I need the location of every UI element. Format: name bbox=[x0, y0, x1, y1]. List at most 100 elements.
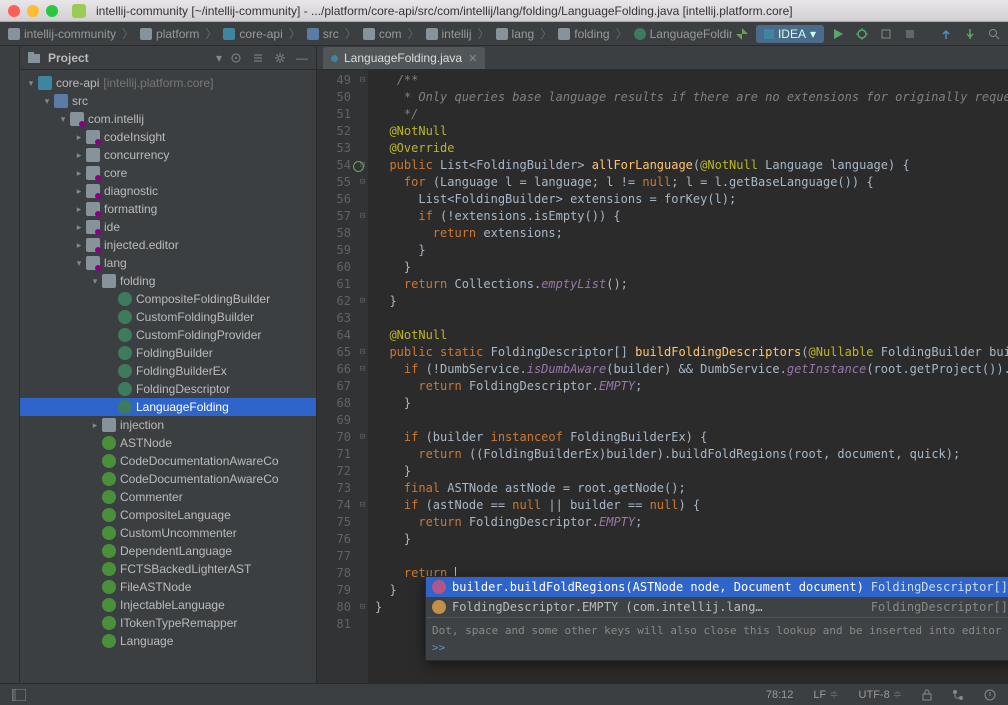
completion-item[interactable]: builder.buildFoldRegions(ASTNode node, D… bbox=[426, 577, 1008, 597]
fold-marker[interactable]: ⊟ bbox=[357, 429, 368, 446]
code-line[interactable]: * Only queries base language results if … bbox=[375, 89, 1008, 106]
code-line[interactable]: } bbox=[375, 531, 1008, 548]
tree-node[interactable]: ▾src bbox=[20, 92, 316, 110]
tree-node[interactable]: CodeDocumentationAwareCo bbox=[20, 470, 316, 488]
tree-node[interactable]: ▸formatting bbox=[20, 200, 316, 218]
tree-node[interactable]: ASTNode bbox=[20, 434, 316, 452]
code-line[interactable]: } bbox=[375, 293, 1008, 310]
line-number[interactable]: 79 bbox=[317, 582, 351, 599]
fold-marker[interactable]: ⊟ bbox=[357, 599, 368, 616]
code-line[interactable]: if (!extensions.isEmpty()) { bbox=[375, 208, 1008, 225]
expand-toggle-icon[interactable]: ▾ bbox=[42, 96, 52, 106]
vcs-update-button[interactable] bbox=[936, 25, 956, 43]
code-line[interactable]: return FoldingDescriptor.EMPTY; bbox=[375, 378, 1008, 395]
code-line[interactable]: List<FoldingBuilder> extensions = forKey… bbox=[375, 191, 1008, 208]
expand-toggle-icon[interactable]: ▸ bbox=[74, 204, 84, 214]
expand-toggle-icon[interactable]: ▾ bbox=[90, 276, 100, 286]
code-line[interactable]: public List<FoldingBuilder> allForLangua… bbox=[375, 157, 1008, 174]
vcs-status-icon[interactable] bbox=[948, 689, 968, 701]
line-number[interactable]: 68 bbox=[317, 395, 351, 412]
maximize-window-icon[interactable] bbox=[46, 5, 58, 17]
coverage-button[interactable] bbox=[876, 25, 896, 43]
line-number[interactable]: 64 bbox=[317, 327, 351, 344]
tree-node[interactable]: FoldingDescriptor bbox=[20, 380, 316, 398]
expand-toggle-icon[interactable]: ▸ bbox=[74, 132, 84, 142]
code-line[interactable]: if (!DumbService.isDumbAware(builder) &&… bbox=[375, 361, 1008, 378]
line-number[interactable]: 73 bbox=[317, 480, 351, 497]
tree-node[interactable]: CustomUncommenter bbox=[20, 524, 316, 542]
tree-node[interactable]: FoldingBuilderEx bbox=[20, 362, 316, 380]
code-line[interactable]: return Collections.emptyList(); bbox=[375, 276, 1008, 293]
expand-toggle-icon[interactable]: ▾ bbox=[74, 258, 84, 268]
line-number[interactable]: 77 bbox=[317, 548, 351, 565]
line-number[interactable]: 52 bbox=[317, 123, 351, 140]
line-number[interactable]: 55 bbox=[317, 174, 351, 191]
project-tree[interactable]: ▾core-api[intellij.platform.core]▾src▾co… bbox=[20, 70, 316, 683]
expand-toggle-icon[interactable]: ▸ bbox=[74, 240, 84, 250]
line-number[interactable]: 54 bbox=[317, 157, 351, 174]
tree-node[interactable]: CompositeLanguage bbox=[20, 506, 316, 524]
tree-node[interactable]: DependentLanguage bbox=[20, 542, 316, 560]
line-number[interactable]: 50 bbox=[317, 89, 351, 106]
line-number[interactable]: 49 bbox=[317, 72, 351, 89]
line-separator[interactable]: LF ≑ bbox=[809, 688, 842, 701]
tree-node[interactable]: ▸injection bbox=[20, 416, 316, 434]
line-number[interactable]: 60 bbox=[317, 259, 351, 276]
code-line[interactable]: for (Language l = language; l != null; l… bbox=[375, 174, 1008, 191]
code-line[interactable]: return ((FoldingBuilderEx)builder).build… bbox=[375, 446, 1008, 463]
line-number[interactable]: 56 bbox=[317, 191, 351, 208]
line-number[interactable]: 51 bbox=[317, 106, 351, 123]
tree-node[interactable]: FileASTNode bbox=[20, 578, 316, 596]
file-encoding[interactable]: UTF-8 ≑ bbox=[855, 688, 906, 701]
code-line[interactable]: } bbox=[375, 395, 1008, 412]
fold-marker[interactable]: ⊟ bbox=[357, 72, 368, 89]
line-number[interactable]: 80 bbox=[317, 599, 351, 616]
fold-marker[interactable]: ⊟ bbox=[357, 361, 368, 378]
line-number[interactable]: 70 bbox=[317, 429, 351, 446]
tree-node[interactable]: CustomFoldingProvider bbox=[20, 326, 316, 344]
caret-position[interactable]: 78:12 bbox=[762, 689, 798, 701]
code-line[interactable]: @Override bbox=[375, 140, 1008, 157]
build-button[interactable] bbox=[732, 25, 752, 43]
crumb-languagefolding[interactable]: LanguageFolding bbox=[630, 25, 732, 43]
tree-node[interactable]: ITokenTypeRemapper bbox=[20, 614, 316, 632]
debug-button[interactable] bbox=[852, 25, 872, 43]
code-line[interactable]: final ASTNode astNode = root.getNode(); bbox=[375, 480, 1008, 497]
line-number[interactable]: 58 bbox=[317, 225, 351, 242]
tree-node[interactable]: ▾core-api[intellij.platform.core] bbox=[20, 74, 316, 92]
locate-icon[interactable] bbox=[228, 50, 244, 66]
tree-node[interactable]: ▸core bbox=[20, 164, 316, 182]
tree-node[interactable]: LanguageFolding bbox=[20, 398, 316, 416]
tree-node[interactable]: ▸ide bbox=[20, 218, 316, 236]
code-area[interactable]: 4950515253545556575859606162636465666768… bbox=[317, 70, 1008, 683]
readonly-toggle-icon[interactable] bbox=[918, 689, 936, 701]
line-number[interactable]: 53 bbox=[317, 140, 351, 157]
line-number[interactable]: 63 bbox=[317, 310, 351, 327]
project-label[interactable]: Project bbox=[48, 51, 210, 65]
code-line[interactable] bbox=[375, 412, 1008, 429]
gutter[interactable]: 4950515253545556575859606162636465666768… bbox=[317, 70, 357, 683]
code-line[interactable]: } bbox=[375, 242, 1008, 259]
line-number[interactable]: 81 bbox=[317, 616, 351, 633]
completion-item[interactable]: FoldingDescriptor.EMPTY (com.intellij.la… bbox=[426, 597, 1008, 617]
crumb-platform[interactable]: platform bbox=[136, 25, 203, 43]
tree-node[interactable]: CodeDocumentationAwareCo bbox=[20, 452, 316, 470]
line-number[interactable]: 57 bbox=[317, 208, 351, 225]
tree-node[interactable]: ▾lang bbox=[20, 254, 316, 272]
search-button[interactable] bbox=[984, 25, 1004, 43]
code-line[interactable]: public static FoldingDescriptor[] buildF… bbox=[375, 344, 1008, 361]
scope-dropdown-icon[interactable]: ▾ bbox=[216, 51, 222, 65]
close-window-icon[interactable] bbox=[8, 5, 20, 17]
line-number[interactable]: 61 bbox=[317, 276, 351, 293]
expand-toggle-icon[interactable]: ▸ bbox=[74, 186, 84, 196]
code-line[interactable]: if (astNode == null || builder == null) … bbox=[375, 497, 1008, 514]
expand-toggle-icon[interactable]: ▸ bbox=[74, 168, 84, 178]
crumb-intellij-community[interactable]: intellij-community bbox=[4, 25, 120, 43]
fold-marker[interactable]: ⊟ bbox=[357, 208, 368, 225]
expand-toggle-icon[interactable]: ▾ bbox=[26, 78, 36, 88]
code-line[interactable]: */ bbox=[375, 106, 1008, 123]
code-line[interactable]: @NotNull bbox=[375, 327, 1008, 344]
tree-node[interactable]: ▾com.intellij bbox=[20, 110, 316, 128]
gear-icon[interactable] bbox=[272, 50, 288, 66]
close-tab-icon[interactable]: ✕ bbox=[468, 52, 477, 65]
